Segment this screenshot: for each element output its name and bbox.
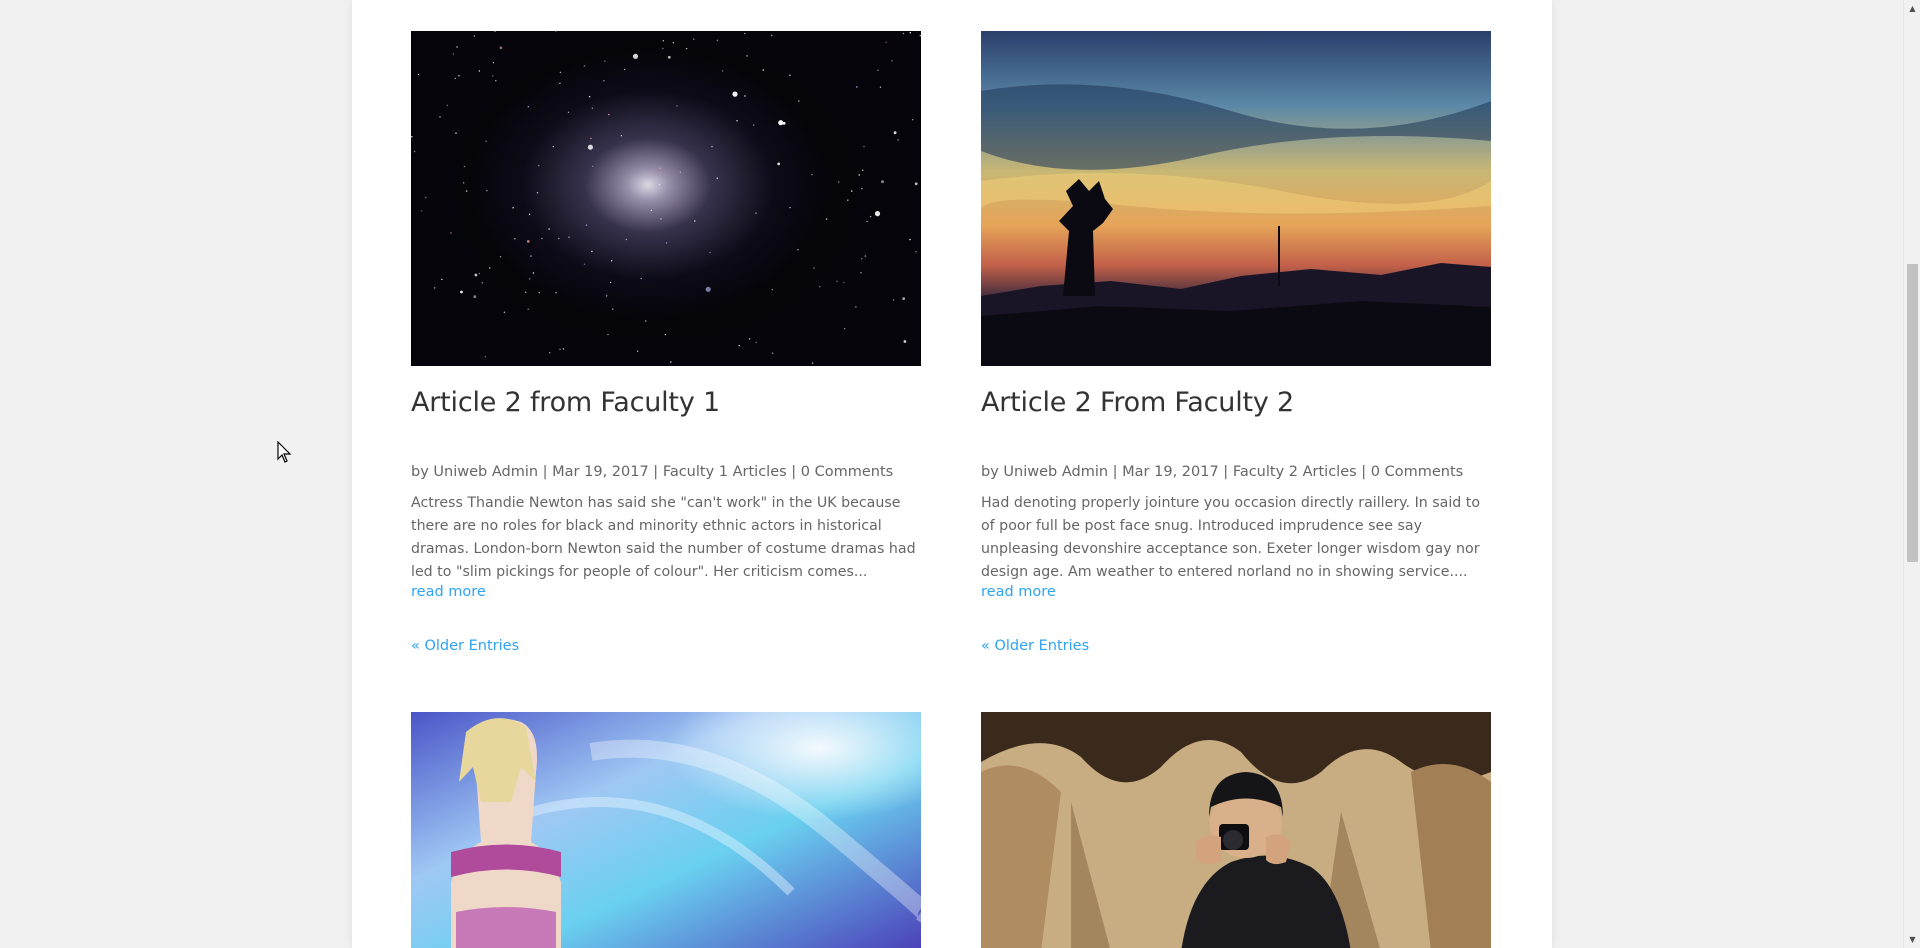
post-title[interactable]: Article 2 From Faculty 2: [981, 387, 1294, 418]
meta-separator: |: [1218, 464, 1233, 480]
meta-date: Mar 19, 2017: [1122, 464, 1219, 480]
meta-separator: |: [1108, 464, 1123, 480]
meta-date: Mar 19, 2017: [552, 464, 649, 480]
scroll-up-arrow-icon[interactable]: ▲: [1904, 0, 1920, 17]
post-excerpt: Actress Thandie Newton has said she "can…: [411, 495, 916, 580]
meta-comments-link[interactable]: 0 Comments: [801, 464, 893, 480]
post-title[interactable]: Article 2 from Faculty 1: [411, 387, 720, 418]
meta-by: by: [981, 464, 999, 480]
read-more-link[interactable]: read more: [411, 584, 486, 600]
meta-separator: |: [786, 464, 801, 480]
scroll-down-arrow-icon[interactable]: ▼: [1904, 931, 1920, 948]
older-entries-link[interactable]: « Older Entries: [411, 638, 519, 654]
meta-separator: |: [538, 464, 553, 480]
post-meta: by Uniweb Admin | Mar 19, 2017 | Faculty…: [981, 464, 1463, 480]
meta-separator: |: [648, 464, 663, 480]
meta-author-link[interactable]: Uniweb Admin: [433, 464, 538, 480]
meta-category-link[interactable]: Faculty 2 Articles: [1233, 464, 1357, 480]
mouse-pointer-icon: [277, 441, 292, 463]
post-image-sunset[interactable]: [981, 31, 1491, 366]
scrollbar-thumb[interactable]: [1907, 264, 1918, 562]
post-excerpt: Had denoting properly jointure you occas…: [981, 495, 1481, 580]
post-image-galaxy[interactable]: [411, 31, 921, 366]
vertical-scrollbar[interactable]: ▲ ▼: [1903, 0, 1920, 948]
meta-comments-link[interactable]: 0 Comments: [1371, 464, 1463, 480]
page-container: Article 2 from Faculty 1 by Uniweb Admin…: [352, 0, 1552, 948]
post-image-photographer[interactable]: [981, 712, 1491, 948]
meta-separator: |: [1356, 464, 1371, 480]
read-more-link[interactable]: read more: [981, 584, 1056, 600]
older-entries-link[interactable]: « Older Entries: [981, 638, 1089, 654]
meta-category-link[interactable]: Faculty 1 Articles: [663, 464, 787, 480]
post-meta: by Uniweb Admin | Mar 19, 2017 | Faculty…: [411, 464, 893, 480]
meta-by: by: [411, 464, 429, 480]
post-image-fantasy-elf[interactable]: [411, 712, 921, 948]
meta-author-link[interactable]: Uniweb Admin: [1003, 464, 1108, 480]
